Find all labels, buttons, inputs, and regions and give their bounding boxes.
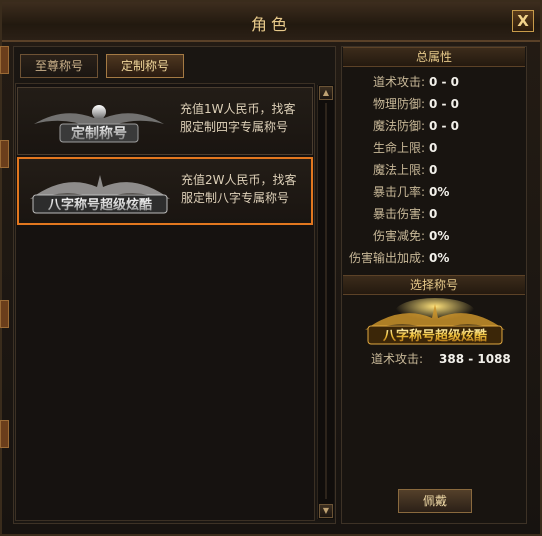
stat-row: 伤害减免: 0% <box>343 226 525 246</box>
stat-value: 0 - 0 <box>429 97 460 111</box>
total-attributes-header: 总属性 <box>343 47 525 67</box>
stat-label: 魔法上限: <box>372 163 425 177</box>
title-badge-gold: 八字称号超级炫酷 <box>30 175 170 214</box>
selected-title-stat: 道术攻击: 388 - 1088 <box>343 349 525 369</box>
side-tab-decoration[interactable] <box>0 140 9 168</box>
stat-value: 0 - 0 <box>429 119 460 133</box>
stat-label: 道术攻击: <box>372 75 425 89</box>
title-item-custom-4[interactable]: 定制称号 充值1W人民币，找客 服定制四字专属称号 <box>17 87 313 155</box>
stat-row: 魔法防御: 0 - 0 <box>343 116 525 136</box>
title-bar[interactable]: 角色 X <box>2 2 540 42</box>
stat-label: 伤害减免: <box>372 229 425 243</box>
stat-row: 生命上限: 0 <box>343 138 525 158</box>
selected-badge-text: 八字称号超级炫酷 <box>382 328 487 344</box>
side-tab-decoration[interactable] <box>0 46 9 74</box>
stat-row: 伤害输出加成: 0% <box>343 248 525 268</box>
stat-row: 魔法上限: 0 <box>343 160 525 180</box>
stat-label: 暴击几率: <box>372 185 425 199</box>
title-description: 充值1W人民币，找客 服定制四字专属称号 <box>180 100 310 136</box>
stat-row: 暴击伤害: 0 <box>343 204 525 224</box>
stat-row: 道术攻击: 0 - 0 <box>343 72 525 92</box>
stat-label: 生命上限: <box>372 141 425 155</box>
selected-title-badge: 八字称号超级炫酷 <box>365 298 505 345</box>
stat-value: 0 <box>429 163 438 177</box>
scroll-track[interactable] <box>325 103 327 499</box>
stat-value: 0 <box>429 141 438 155</box>
stat-value: 0 <box>429 207 438 221</box>
scroll-down-icon[interactable]: ▼ <box>319 504 333 518</box>
side-tab-decoration[interactable] <box>0 300 9 328</box>
description-line: 服定制四字专属称号 <box>180 120 289 134</box>
stat-label: 物理防御: <box>372 97 425 111</box>
window-title: 角色 <box>250 15 291 34</box>
stat-value: 388 - 1088 <box>439 352 511 366</box>
scroll-up-icon[interactable]: ▲ <box>319 86 333 100</box>
stat-label: 魔法防御: <box>372 119 425 133</box>
stat-row: 物理防御: 0 - 0 <box>343 94 525 114</box>
stat-label: 暴击伤害: <box>372 207 425 221</box>
tab-custom-titles[interactable]: 定制称号 <box>106 54 184 78</box>
title-badge-text: 定制称号 <box>71 125 127 142</box>
title-badge-silver: 定制称号 <box>34 105 164 143</box>
title-item-custom-8[interactable]: 八字称号超级炫酷 充值2W人民币，找客 服定制八字专属称号 <box>17 157 313 225</box>
close-button[interactable]: X <box>512 10 534 32</box>
title-list-scrollbar[interactable]: ▲ ▼ <box>317 85 334 519</box>
description-line: 服定制八字专属称号 <box>181 191 290 205</box>
stat-value: 0% <box>429 229 450 243</box>
stat-value: 0% <box>429 251 450 265</box>
description-line: 充值2W人民币，找客 <box>181 173 297 187</box>
stat-label: 道术攻击: <box>371 352 424 366</box>
wear-button[interactable]: 佩戴 <box>398 489 472 513</box>
stat-label: 伤害输出加成: <box>348 251 425 265</box>
title-description: 充值2W人民币，找客 服定制八字专属称号 <box>181 171 311 207</box>
side-tab-decoration[interactable] <box>0 420 9 448</box>
stat-value: 0 - 0 <box>429 75 460 89</box>
description-line: 充值1W人民币，找客 <box>180 102 296 116</box>
tab-supreme-titles[interactable]: 至尊称号 <box>20 54 98 78</box>
stat-row: 暴击几率: 0% <box>343 182 525 202</box>
stat-value: 0% <box>429 185 450 199</box>
title-badge-text: 八字称号超级炫酷 <box>47 197 152 213</box>
selected-title-header: 选择称号 <box>343 275 525 295</box>
